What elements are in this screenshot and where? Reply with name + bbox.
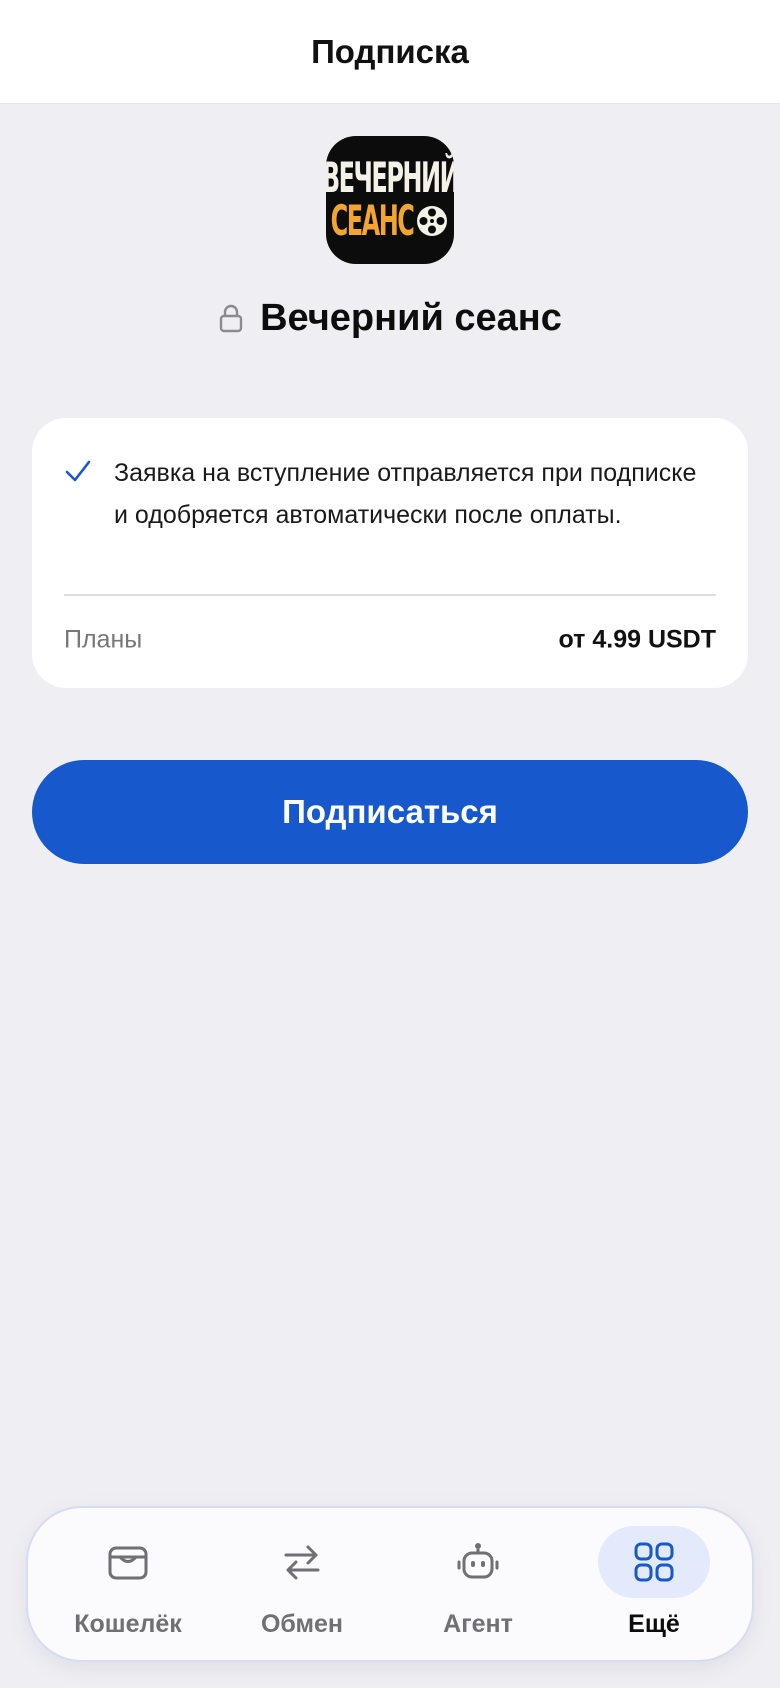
tab-label: Обмен <box>260 1610 344 1638</box>
checkmark-icon <box>65 460 91 482</box>
channel-logo: ВЕЧЕРНИЙ СЕАНС <box>326 136 454 264</box>
logo-text-top: ВЕЧЕРНИЙ <box>326 153 454 203</box>
tab-label: Агент <box>443 1610 513 1638</box>
channel-name: Вечерний сеанс <box>260 296 562 339</box>
robot-icon <box>457 1543 499 1579</box>
tab-wallet[interactable]: Кошелёк <box>48 1508 208 1664</box>
subscribe-button[interactable]: Подписаться <box>32 760 748 864</box>
join-request-note: Заявка на вступление отправляется при по… <box>114 459 697 529</box>
subscription-info-card: Заявка на вступление отправляется при по… <box>32 418 748 688</box>
tab-label: Кошелёк <box>74 1610 182 1638</box>
plans-price: от 4.99 USDT <box>558 625 717 654</box>
tab-exchange[interactable]: Обмен <box>222 1508 382 1664</box>
divider <box>64 594 716 596</box>
subscription-screen: Подписка ВЕЧЕРНИЙ СЕАНС Вечерний сеанс З… <box>0 0 780 1688</box>
page-title: Подписка <box>311 32 469 70</box>
active-tab-highlight <box>598 1526 710 1598</box>
channel-title-row: Вечерний сеанс <box>0 290 780 346</box>
lock-icon <box>219 304 243 333</box>
film-reel-icon <box>417 206 448 236</box>
tab-more[interactable]: Ещё <box>574 1508 734 1664</box>
plans-label: Планы <box>64 625 143 654</box>
logo-text-bottom: СЕАНС <box>330 196 415 246</box>
tab-agent[interactable]: Агент <box>398 1508 558 1664</box>
swap-arrows-icon <box>284 1545 320 1580</box>
wallet-icon <box>108 1546 148 1580</box>
top-bar: Подписка <box>0 0 780 104</box>
grid-icon <box>634 1542 674 1582</box>
bottom-tab-bar: Кошелёк Обмен Агент Ещё <box>26 1506 754 1662</box>
tab-label: Ещё <box>628 1610 680 1638</box>
